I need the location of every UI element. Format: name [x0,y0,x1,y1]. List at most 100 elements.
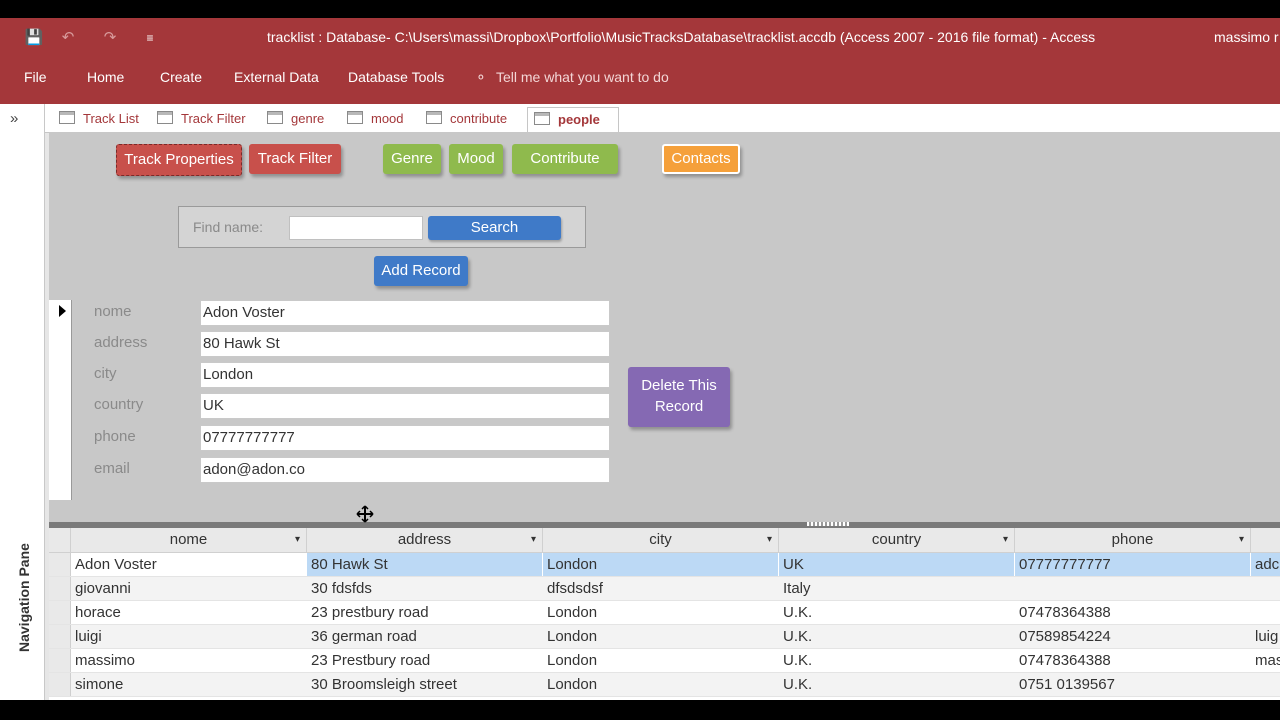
tab-external-data[interactable]: External Data [234,69,319,85]
cell-email[interactable] [1251,577,1280,600]
cell-email[interactable] [1251,673,1280,696]
column-header-nome[interactable]: nome ▾ [71,528,307,552]
cell-phone[interactable]: 07777777777 [1015,553,1250,576]
record-selector[interactable] [49,300,72,500]
cell-nome[interactable]: Adon Voster [71,553,306,576]
user-name[interactable]: massimo r [1214,29,1279,45]
cell-nome[interactable]: horace [71,601,306,624]
genre-button[interactable]: Genre [383,144,441,174]
form-icon [426,111,442,124]
cell-country[interactable]: UK [779,553,1014,576]
tab-database-tools[interactable]: Database Tools [348,69,444,85]
doc-tab-track-list[interactable]: Track List [53,107,139,131]
contacts-button[interactable]: Contacts [662,144,740,174]
column-header-country[interactable]: country ▾ [779,528,1015,552]
find-name-input[interactable] [289,216,423,240]
cell-city[interactable]: London [543,673,778,696]
cell-email[interactable]: mas [1251,649,1280,672]
splitter-grip-icon[interactable] [807,522,849,526]
table-row[interactable]: massimo 23 Prestbury road London U.K. 07… [49,649,1280,673]
cell-email[interactable] [1251,601,1280,624]
track-filter-button[interactable]: Track Filter [249,144,341,174]
row-selector[interactable] [49,577,71,600]
cell-country[interactable]: Italy [779,577,1014,600]
cell-address[interactable]: 80 Hawk St [307,553,542,576]
sort-filter-icon[interactable]: ▾ [295,528,300,552]
cell-address[interactable]: 30 fdsfds [307,577,542,600]
doc-tab-track-filter[interactable]: Track Filter [151,107,246,131]
cell-phone[interactable]: 0751 0139567 [1015,673,1250,696]
cell-city[interactable]: London [543,625,778,648]
column-header-city[interactable]: city ▾ [543,528,779,552]
dropdown-arrow-icon[interactable]: ▾ [1003,528,1008,552]
cell-city[interactable]: London [543,649,778,672]
cell-nome[interactable]: massimo [71,649,306,672]
search-button[interactable]: Search [428,216,561,240]
doc-tab-people[interactable]: people [527,107,619,133]
cell-nome[interactable]: simone [71,673,306,696]
expand-chevron-icon[interactable]: » [10,110,18,127]
dropdown-arrow-icon[interactable]: ▾ [1239,528,1244,552]
column-header-phone[interactable]: phone ▾ [1015,528,1251,552]
cell-email[interactable]: adc [1251,553,1280,576]
tab-create[interactable]: Create [160,69,202,85]
column-header-email[interactable] [1251,528,1280,552]
cell-phone[interactable]: 07478364388 [1015,649,1250,672]
cell-country[interactable]: U.K. [779,673,1014,696]
column-header-address[interactable]: address ▾ [307,528,543,552]
table-row[interactable]: horace 23 prestbury road London U.K. 074… [49,601,1280,625]
cell-city[interactable]: London [543,601,778,624]
cell-address[interactable]: 23 prestbury road [307,601,542,624]
navigation-pane-label[interactable]: Navigation Pane [16,543,32,652]
tell-me-search[interactable]: Tell me what you want to do [496,69,669,85]
doc-tab-label: contribute [450,111,508,126]
cell-address[interactable]: 30 Broomsleigh street [307,673,542,696]
table-row[interactable]: Adon Voster 80 Hawk St London UK 0777777… [49,553,1280,577]
cell-address[interactable]: 23 Prestbury road [307,649,542,672]
doc-tab-label: people [558,112,600,127]
delete-record-button[interactable]: Delete This Record [628,367,730,427]
dropdown-arrow-icon[interactable]: ▾ [531,528,536,552]
row-selector[interactable] [49,553,71,576]
add-record-button[interactable]: Add Record [374,256,468,286]
cell-email[interactable]: luig [1251,625,1280,648]
cell-phone[interactable] [1015,577,1250,600]
doc-tab-mood[interactable]: mood [341,107,404,131]
cell-phone[interactable]: 07589854224 [1015,625,1250,648]
row-selector[interactable] [49,601,71,624]
mood-button[interactable]: Mood [449,144,503,174]
cell-country[interactable]: U.K. [779,625,1014,648]
cell-address[interactable]: 36 german road [307,625,542,648]
cell-city[interactable]: dfsdsdsf [543,577,778,600]
table-row[interactable]: giovanni 30 fdsfds dfsdsdsf Italy [49,577,1280,601]
cell-nome[interactable]: giovanni [71,577,306,600]
cell-nome[interactable]: luigi [71,625,306,648]
row-selector[interactable] [49,625,71,648]
table-row[interactable]: simone 30 Broomsleigh street London U.K.… [49,673,1280,697]
dropdown-arrow-icon[interactable]: ▾ [767,528,772,552]
table-row[interactable]: luigi 36 german road London U.K. 0758985… [49,625,1280,649]
select-all-corner[interactable] [49,528,71,552]
save-icon[interactable]: 💾 [24,28,44,48]
cell-country[interactable]: U.K. [779,601,1014,624]
row-selector[interactable] [49,673,71,696]
redo-icon[interactable]: ↷ [100,28,120,48]
address-field[interactable]: 80 Hawk St [200,331,610,357]
undo-icon[interactable]: ↶ [58,28,78,48]
nome-field[interactable]: Adon Voster [200,300,610,326]
phone-field[interactable]: 07777777777 [200,425,610,451]
city-field[interactable]: London [200,362,610,388]
doc-tab-contribute[interactable]: contribute [420,107,507,131]
cell-city[interactable]: London [543,553,778,576]
contribute-button[interactable]: Contribute [512,144,618,174]
cell-country[interactable]: U.K. [779,649,1014,672]
customize-qat-icon[interactable]: ≡ [140,28,160,48]
country-field[interactable]: UK [200,393,610,419]
row-selector[interactable] [49,649,71,672]
track-properties-button[interactable]: Track Properties [116,144,242,176]
doc-tab-genre[interactable]: genre [261,107,324,131]
tab-file[interactable]: File [24,69,47,85]
email-field[interactable]: adon@adon.co [200,457,610,483]
tab-home[interactable]: Home [87,69,124,85]
cell-phone[interactable]: 07478364388 [1015,601,1250,624]
